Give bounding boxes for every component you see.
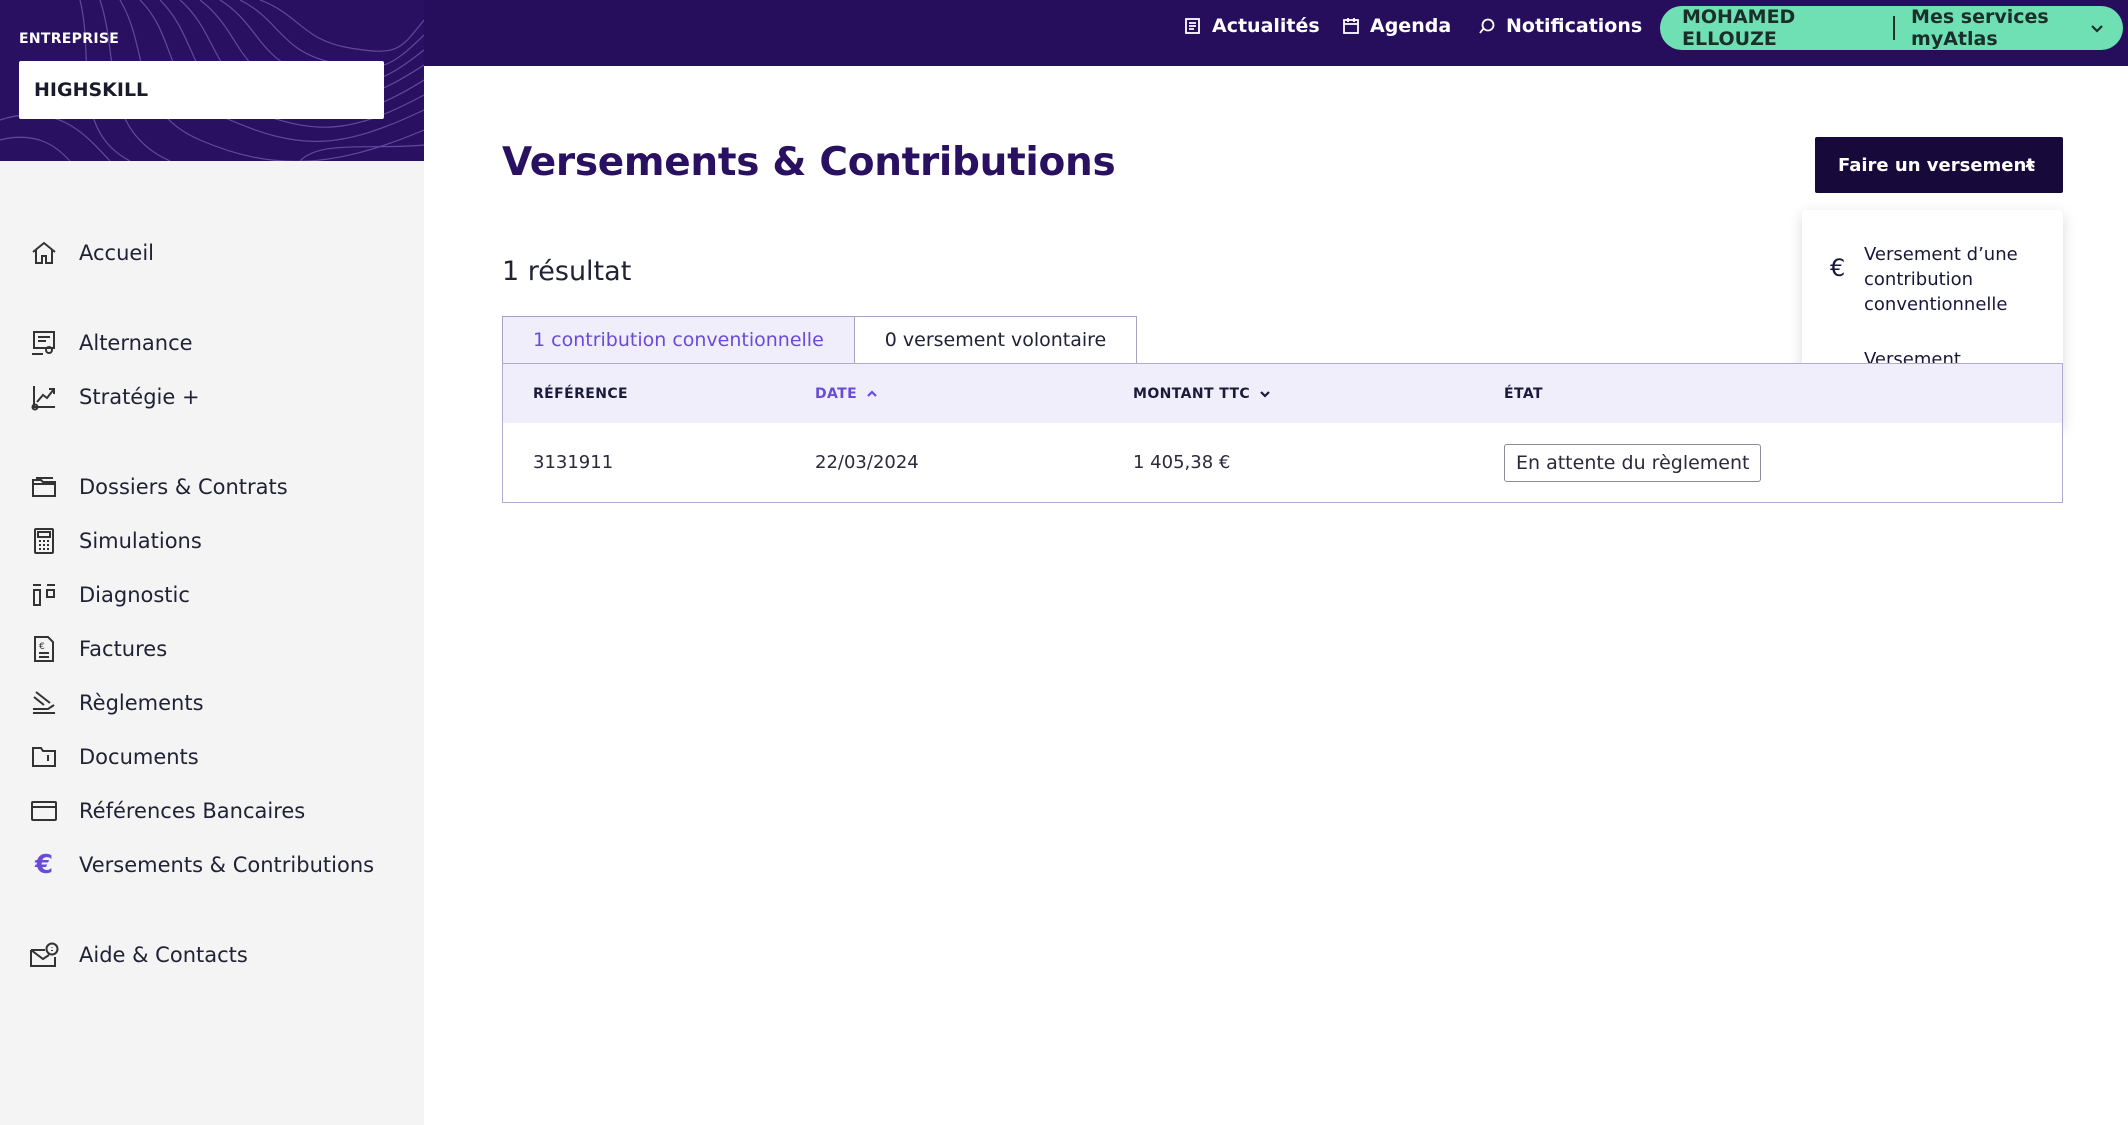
chevron-down-icon: [2091, 25, 2103, 33]
dropdown-item-contribution-text: Versement d’une contribution conventionn…: [1864, 242, 2018, 317]
table-header: RÉFÉRENCE DATE MONTANT TTC ÉTAT: [503, 364, 2062, 423]
make-payment-button[interactable]: Faire un versement: [1815, 137, 2063, 193]
sidebar-item-diagnostic[interactable]: Diagnostic: [28, 575, 190, 615]
sort-ascending-icon: [867, 390, 877, 397]
sidebar-item-label: Factures: [79, 637, 168, 661]
tab-contribution-conventionnelle[interactable]: 1 contribution conventionnelle: [502, 316, 855, 364]
sidebar-item-reglements[interactable]: Règlements: [28, 683, 204, 723]
sidebar-item-documents[interactable]: Documents: [28, 737, 199, 777]
sidebar-item-accueil[interactable]: Accueil: [28, 233, 154, 273]
sidebar-item-label: Documents: [79, 745, 199, 769]
chat-bubble-icon: [1479, 18, 1495, 34]
sidebar-item-label: Règlements: [79, 691, 204, 715]
payment-hand-icon: [28, 687, 60, 719]
column-header-date[interactable]: DATE: [815, 386, 879, 402]
cell-amount: 1 405,38 €: [1133, 452, 1231, 473]
certificate-icon: [28, 327, 60, 359]
sidebar-item-simulations[interactable]: Simulations: [28, 521, 202, 561]
folder-icon: [28, 741, 60, 773]
tabs: 1 contribution conventionnelle 0 verseme…: [502, 316, 1138, 364]
tab-versement-volontaire[interactable]: 0 versement volontaire: [854, 316, 1138, 364]
folder-open-icon: [28, 471, 60, 503]
column-header-amount[interactable]: MONTANT TTC: [1133, 386, 1272, 402]
column-header-label: MONTANT TTC: [1133, 386, 1251, 402]
dropdown-item-contribution[interactable]: € Versement d’une contribution conventio…: [1830, 242, 2018, 317]
column-header-label: RÉFÉRENCE: [533, 386, 628, 402]
sidebar-item-label: Versements & Contributions: [79, 853, 375, 877]
sidebar-item-label: Stratégie +: [79, 385, 200, 409]
sidebar-item-label: Aide & Contacts: [79, 943, 248, 967]
results-count: 1 résultat: [502, 256, 632, 287]
calendar-icon: [1343, 18, 1359, 34]
company-label: ENTREPRISE: [19, 31, 120, 47]
nav-agenda[interactable]: Agenda: [1342, 0, 1451, 52]
sidebar: ENTREPRISE HIGHSKILL Accueil Alternance …: [0, 0, 424, 1125]
user-menu[interactable]: MOHAMED ELLOUZE Mes services myAtlas: [1660, 6, 2123, 50]
credit-card-icon: [28, 795, 60, 827]
nav-notifications[interactable]: Notifications: [1478, 0, 1642, 52]
make-payment-label: Faire un versement: [1838, 154, 2035, 176]
svg-text:€: €: [39, 642, 45, 652]
divider: [1893, 16, 1896, 40]
sidebar-item-label: Simulations: [79, 529, 202, 553]
sidebar-item-alternance[interactable]: Alternance: [28, 323, 193, 363]
user-name: MOHAMED ELLOUZE: [1682, 6, 1796, 50]
sidebar-item-label: Diagnostic: [79, 583, 190, 607]
dropdown-line: Versement d’une: [1864, 244, 2018, 265]
invoice-icon: €: [28, 633, 60, 665]
nav-notifications-label: Notifications: [1506, 15, 1643, 37]
chevron-down-icon: [1260, 391, 1270, 398]
sidebar-item-strategie[interactable]: Stratégie +: [28, 377, 200, 417]
growth-chart-icon: [28, 381, 60, 413]
sidebar-item-references-bancaires[interactable]: Références Bancaires: [28, 791, 305, 831]
status-badge: En attente du règlement: [1504, 444, 1762, 482]
sidebar-item-label: Accueil: [79, 241, 154, 265]
nav-agenda-label: Agenda: [1370, 15, 1452, 37]
column-header-label: ÉTAT: [1504, 386, 1543, 402]
chevron-up-icon: [2025, 161, 2035, 168]
sidebar-item-label: Références Bancaires: [79, 799, 306, 823]
sidebar-item-label: Dossiers & Contrats: [79, 475, 288, 499]
sidebar-item-aide[interactable]: Aide & Contacts: [28, 935, 248, 975]
payments-table: RÉFÉRENCE DATE MONTANT TTC ÉTAT 3131911 …: [502, 363, 2063, 503]
euro-icon: €: [1830, 254, 1846, 282]
cell-reference: 3131911: [533, 452, 614, 473]
help-mail-icon: [28, 939, 60, 971]
sidebar-item-factures[interactable]: € Factures: [28, 629, 167, 669]
calculator-icon: [28, 525, 60, 557]
column-header-reference[interactable]: RÉFÉRENCE: [533, 386, 628, 402]
nav-actualites[interactable]: Actualités: [1184, 0, 1320, 52]
dropdown-line: contribution: [1864, 269, 1974, 290]
sidebar-item-label: Alternance: [79, 331, 193, 355]
column-header-status[interactable]: ÉTAT: [1504, 386, 1543, 402]
cell-date: 22/03/2024: [815, 452, 919, 473]
company-name[interactable]: HIGHSKILL: [19, 61, 384, 119]
nav-actualites-label: Actualités: [1212, 15, 1320, 37]
sidebar-item-versements[interactable]: € Versements & Contributions: [28, 845, 374, 885]
home-icon: [28, 237, 60, 269]
newspaper-icon: [1185, 18, 1200, 34]
euro-icon: €: [34, 850, 54, 880]
diagnostic-icon: [28, 579, 60, 611]
column-header-label: DATE: [815, 386, 858, 402]
sidebar-item-dossiers[interactable]: Dossiers & Contrats: [28, 467, 288, 507]
page-title: Versements & Contributions: [502, 140, 1116, 185]
dropdown-line: conventionnelle: [1864, 294, 2008, 315]
sidebar-header: ENTREPRISE HIGHSKILL: [0, 0, 424, 161]
